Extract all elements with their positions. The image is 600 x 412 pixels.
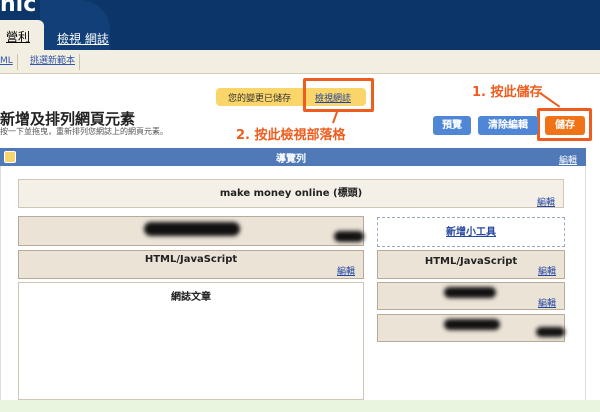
redacted-widget-title xyxy=(144,222,240,236)
navbar-widget-icon xyxy=(4,151,16,163)
subnav-item-html[interactable]: ML xyxy=(0,54,18,70)
sub-navigation: ML 挑選新範本 xyxy=(0,50,600,74)
preview-button[interactable]: 預覽 xyxy=(433,116,471,135)
clear-edit-button[interactable]: 清除編輯 xyxy=(478,116,538,135)
redacted-widget-right-1-edit[interactable]: 編輯 xyxy=(538,296,556,309)
annotation-step2: 2. 按此檢視部落格 xyxy=(236,128,346,143)
tab-view-blog[interactable]: 檢視 網誌 xyxy=(57,30,109,47)
add-gadget-link[interactable]: 新增小工具 xyxy=(446,223,496,238)
brand-logo-text: nic xyxy=(0,0,37,17)
highlight-view-blog xyxy=(303,78,374,112)
redacted-widget-right-1-title xyxy=(444,287,496,298)
header-widget-label: make money online (標頭) xyxy=(219,188,363,199)
annotation-arrow-view xyxy=(332,111,339,124)
blog-posts-section[interactable]: 網誌文章 xyxy=(18,282,364,400)
bottom-strip xyxy=(0,400,600,412)
html-widget-right-label: HTML/JavaScript xyxy=(424,256,518,267)
add-gadget-box[interactable]: 新增小工具 xyxy=(377,217,565,247)
tab-monetize[interactable]: 營利 xyxy=(0,20,44,50)
blog-posts-label: 網誌文章 xyxy=(171,292,211,303)
navbar-title: 導覽列 xyxy=(276,154,306,165)
html-widget-right-edit[interactable]: 編輯 xyxy=(538,264,556,277)
header-widget-edit[interactable]: 編輯 xyxy=(537,195,555,208)
html-widget-left-label: HTML/JavaScript xyxy=(144,254,238,265)
html-javascript-widget-right[interactable]: HTML/JavaScript 編輯 xyxy=(377,250,565,279)
html-javascript-widget-left[interactable]: HTML/JavaScript 編輯 xyxy=(18,250,364,279)
navbar-edit-link[interactable]: 編輯 xyxy=(559,153,577,166)
annotation-step1: 1. 按此儲存 xyxy=(472,85,543,100)
saved-status-text: 您的變更已儲存 xyxy=(228,94,292,104)
subnav-item-choose-template[interactable]: 挑選新範本 xyxy=(26,54,81,70)
header-widget[interactable]: make money online (標頭) 編輯 xyxy=(18,179,564,208)
redacted-widget-right-2-edit xyxy=(536,327,565,337)
html-widget-left-edit[interactable]: 編輯 xyxy=(337,264,355,277)
redacted-widget-edit xyxy=(334,231,364,242)
save-button[interactable]: 儲存 xyxy=(545,116,585,135)
top-header-bar: nic 營利 檢視 網誌 xyxy=(0,0,600,50)
redacted-widget-right-2-title xyxy=(444,319,500,330)
page-subtitle: 按一下並拖曳，重新排列您網誌上的網頁元素。 xyxy=(0,127,168,136)
tab-monetize-label: 營利 xyxy=(6,30,31,44)
